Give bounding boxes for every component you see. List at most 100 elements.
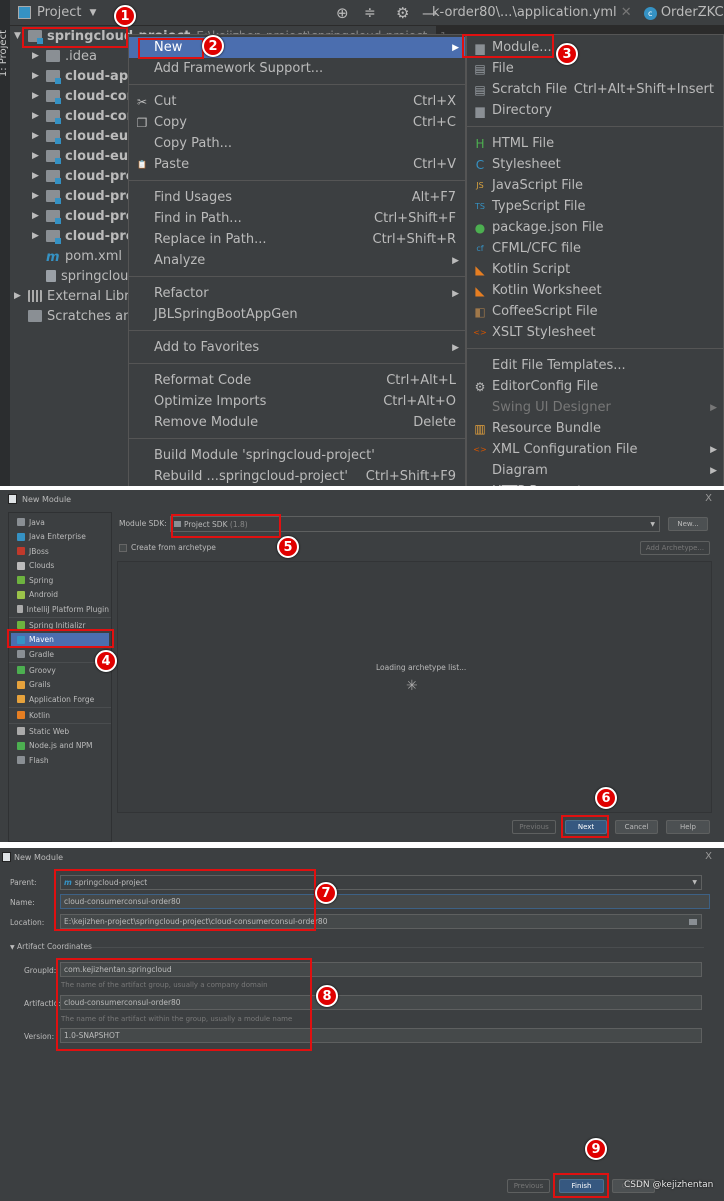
menu-item-paste[interactable]: 📋 Paste Ctrl+V	[129, 154, 465, 175]
expand-arrow-icon[interactable]: ▶	[32, 171, 46, 181]
menu-item-find-in-path[interactable]: Find in Path... Ctrl+Shift+F	[129, 208, 465, 229]
tree-item[interactable]: ▶ cloud-prov	[32, 186, 143, 206]
menu-item-refactor[interactable]: Refactor ▶	[129, 283, 465, 304]
collapse-icon[interactable]: ≑	[364, 5, 376, 21]
new-item-xslt-stylesheet[interactable]: <> XSLT Stylesheet	[467, 322, 723, 343]
expand-arrow-icon[interactable]: ▶	[32, 191, 46, 201]
new-item-diagram[interactable]: Diagram ▶	[467, 460, 723, 481]
module-type-intellij-platform-plugin[interactable]: IntelliJ Platform Plugin	[11, 602, 109, 616]
expand-arrow-icon[interactable]: ▶	[32, 71, 46, 81]
add-archetype-button[interactable]: Add Archetype...	[640, 541, 710, 555]
editor-tab[interactable]: k-order80\...\application.yml ✕	[432, 5, 632, 20]
new-item-scratch-file[interactable]: ▤ Scratch File Ctrl+Alt+Shift+Insert	[467, 79, 723, 100]
new-item-cfml-cfc-file[interactable]: cf CFML/CFC file	[467, 238, 723, 259]
tree-item[interactable]: Scratches and	[14, 306, 140, 326]
new-sdk-button[interactable]: New...	[668, 517, 708, 531]
module-type-application-forge[interactable]: Application Forge	[11, 692, 109, 706]
menu-item-add-framework-support[interactable]: Add Framework Support...	[129, 58, 465, 79]
tree-item[interactable]: ▶ cloud-prov	[32, 206, 143, 226]
module-type-jboss[interactable]: JBoss	[11, 544, 109, 558]
project-view-selector[interactable]: Project	[37, 5, 81, 20]
expand-arrow-icon[interactable]: ▶	[32, 231, 46, 241]
previous-button[interactable]: Previous	[507, 1179, 550, 1193]
tree-item[interactable]: ▶ cloud-prov	[32, 166, 143, 186]
new-item-kotlin-script[interactable]: ◣ Kotlin Script	[467, 259, 723, 280]
expand-arrow-icon[interactable]: ▶	[14, 291, 28, 301]
tree-item[interactable]: ▶ cloud-api-	[32, 66, 138, 86]
menu-item-replace-in-path[interactable]: Replace in Path... Ctrl+Shift+R	[129, 229, 465, 250]
menu-item-build-module-springcloud-project[interactable]: Build Module 'springcloud-project'	[129, 445, 465, 466]
close-icon[interactable]: ✕	[621, 5, 632, 20]
tree-item[interactable]: ▶ cloud-prov	[32, 226, 143, 246]
menu-item-cut[interactable]: ✂ Cut Ctrl+X	[129, 91, 465, 112]
module-type-node-js-and-npm[interactable]: Node.js and NPM	[11, 739, 109, 753]
help-button[interactable]: Help	[666, 820, 710, 834]
new-item-javascript-file[interactable]: JS JavaScript File	[467, 175, 723, 196]
menu-item-remove-module[interactable]: Remove Module Delete	[129, 412, 465, 433]
menu-item-optimize-imports[interactable]: Optimize Imports Ctrl+Alt+O	[129, 391, 465, 412]
editor-tab[interactable]: c OrderZKCon	[643, 5, 724, 20]
new-item-stylesheet[interactable]: C Stylesheet	[467, 154, 723, 175]
new-item-editorconfig-file[interactable]: ⚙ EditorConfig File	[467, 376, 723, 397]
new-item-file[interactable]: ▤ File	[467, 58, 723, 79]
new-item-typescript-file[interactable]: TS TypeScript File	[467, 196, 723, 217]
chevron-down-icon: ▼	[692, 879, 697, 886]
tree-item[interactable]: ▶ cloud-eure	[32, 126, 143, 146]
tree-item[interactable]: ▶ cloud-con	[32, 86, 136, 106]
new-item-http-request[interactable]: APIHTTP Request	[467, 481, 723, 486]
tree-item[interactable]: springclou	[32, 266, 128, 286]
new-item-resource-bundle[interactable]: ▥ Resource Bundle	[467, 418, 723, 439]
new-item-package-json-file[interactable]: ● package.json File	[467, 217, 723, 238]
archetype-checkbox[interactable]	[119, 544, 127, 552]
new-item-edit-file-templates[interactable]: Edit File Templates...	[467, 355, 723, 376]
menu-item-copy-path[interactable]: Copy Path...	[129, 133, 465, 154]
menu-item-find-usages[interactable]: Find Usages Alt+F7	[129, 187, 465, 208]
menu-item-add-to-favorites[interactable]: Add to Favorites ▶	[129, 337, 465, 358]
menu-item-analyze[interactable]: Analyze ▶	[129, 250, 465, 271]
expand-arrow-icon[interactable]: ▶	[32, 91, 46, 101]
menu-item-rebuild-springcloud-project[interactable]: Rebuild ...springcloud-project' Ctrl+Shif…	[129, 466, 465, 486]
expand-arrow-icon[interactable]: ▶	[32, 111, 46, 121]
tree-item[interactable]: ▶ cloud-con	[32, 106, 136, 126]
expand-arrow-icon[interactable]: ▶	[32, 211, 46, 221]
artifact-coordinates-header[interactable]: ▼ Artifact Coordinates	[10, 942, 92, 951]
menu-item-copy[interactable]: ❐ Copy Ctrl+C	[129, 112, 465, 133]
tree-item[interactable]: m pom.xml	[32, 246, 122, 266]
chevron-down-icon[interactable]: ▼	[89, 8, 96, 18]
tree-item[interactable]: ▶ cloud-eure	[32, 146, 143, 166]
menu-item-jblspringbootappgen[interactable]: JBLSpringBootAppGen	[129, 304, 465, 325]
grails-icon	[17, 680, 25, 689]
new-item-kotlin-worksheet[interactable]: ◣ Kotlin Worksheet	[467, 280, 723, 301]
cancel-button[interactable]: Cancel	[615, 820, 658, 834]
tree-item[interactable]: ▶ .idea	[32, 46, 97, 66]
previous-button[interactable]: Previous	[512, 820, 556, 834]
folder-icon[interactable]	[689, 918, 697, 925]
module-type-flash[interactable]: Flash	[11, 753, 109, 767]
module-type-grails[interactable]: Grails	[11, 678, 109, 692]
expand-arrow-icon[interactable]: ▶	[32, 151, 46, 161]
module-icon	[46, 150, 61, 164]
expand-arrow-icon[interactable]: ▶	[32, 51, 46, 61]
new-item-directory[interactable]: ▆ Directory	[467, 100, 723, 121]
close-button[interactable]: X	[705, 493, 712, 504]
new-item-html-file[interactable]: H HTML File	[467, 133, 723, 154]
archetype-list-area[interactable]: Loading archetype list... ✳	[117, 561, 712, 813]
menu-item-reformat-code[interactable]: Reformat Code Ctrl+Alt+L	[129, 370, 465, 391]
expand-arrow-icon[interactable]: ▶	[32, 131, 46, 141]
new-item-coffeescript-file[interactable]: ◧ CoffeeScript File	[467, 301, 723, 322]
gear-icon[interactable]: ⚙	[396, 4, 409, 22]
module-type-spring[interactable]: Spring	[11, 573, 109, 587]
module-type-kotlin[interactable]: Kotlin	[11, 708, 109, 722]
module-type-java[interactable]: Java	[11, 515, 109, 529]
archetype-checkbox-label[interactable]: Create from archetype	[131, 543, 216, 552]
module-type-java-enterprise[interactable]: Java Enterprise	[11, 530, 109, 544]
module-type-android[interactable]: Android	[11, 588, 109, 602]
target-icon[interactable]: ⊕	[336, 4, 349, 22]
project-tool-tab[interactable]: 1: Project	[0, 30, 9, 77]
close-button[interactable]: X	[705, 851, 712, 862]
module-type-groovy[interactable]: Groovy	[11, 663, 109, 677]
tree-item[interactable]: ▶ External Libra	[14, 286, 138, 306]
new-item-xml-configuration-file[interactable]: <> XML Configuration File ▶	[467, 439, 723, 460]
module-type-static-web[interactable]: Static Web	[11, 724, 109, 738]
module-type-clouds[interactable]: Clouds	[11, 559, 109, 573]
